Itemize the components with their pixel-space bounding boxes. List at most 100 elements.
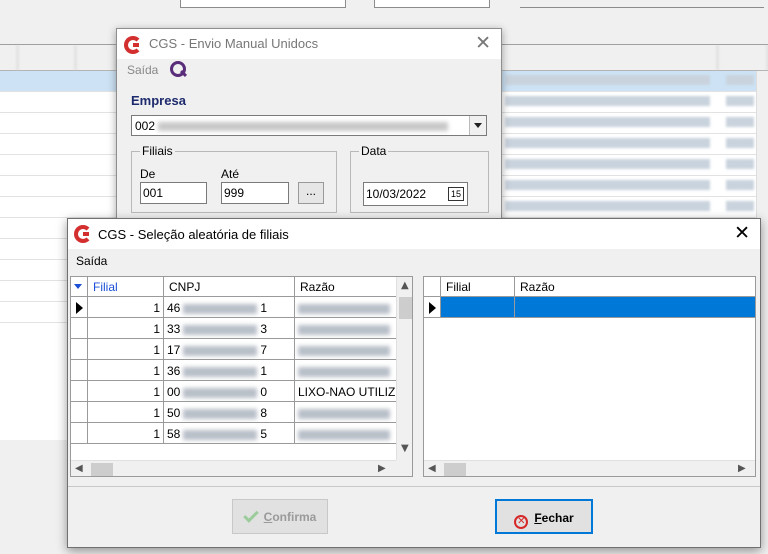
cell-cnpj[interactable]: 33 3 [164,318,295,339]
de-label: De [140,167,156,181]
cell-razao[interactable] [295,339,397,360]
cell-razao[interactable] [295,360,397,381]
cell-filial[interactable]: 1 [88,402,164,423]
scroll-thumb[interactable] [91,463,113,476]
close-icon[interactable]: ✕ [475,34,491,53]
cgs-logo-icon [74,225,92,243]
cell-filial[interactable]: 1 [88,381,164,402]
cell-cnpj[interactable]: 58 5 [164,423,295,444]
cell-cnpj[interactable]: 17 7 [164,339,295,360]
cell-razao[interactable]: LIXO-NAO UTILIZ [295,381,397,402]
cell-filial[interactable] [441,297,515,318]
cnpj-prefix: 50 [167,406,181,420]
cnpj-suffix: 1 [260,364,268,378]
vertical-scrollbar[interactable]: ▲ ▼ [396,277,412,460]
menu-saida[interactable]: Saída [127,63,158,77]
scroll-up-icon[interactable]: ▲ [401,280,409,291]
confirma-label: onfirma [272,510,317,524]
horizontal-scrollbar[interactable]: ◀ ▶ [424,460,755,476]
cell-razao[interactable] [295,318,397,339]
scroll-down-icon[interactable]: ▼ [401,443,409,454]
cell-filial[interactable]: 1 [88,318,164,339]
date-value: 10/03/2022 [366,187,427,201]
fechar-mnemonic: F [534,511,542,525]
row-indicator [424,297,441,318]
cnpj-suffix: 3 [260,322,268,336]
indicator-header [424,277,441,297]
cell-razao[interactable] [295,297,397,318]
cell-cnpj[interactable]: 50 8 [164,402,295,423]
cgs-logo-icon [124,36,142,54]
empresa-dropdown[interactable]: 002 [131,115,487,136]
scroll-left-icon[interactable]: ◀ [75,463,83,474]
fechar-label: echar [541,511,574,525]
ate-input[interactable]: 999 [221,182,289,204]
cell-razao[interactable] [295,423,397,444]
razao-redacted [298,429,390,440]
header-filial[interactable]: Filial [441,277,515,297]
close-icon[interactable]: ✕ [734,224,750,243]
grid-header: Filial Razão [424,277,755,297]
header-filial[interactable]: Filial [88,277,164,297]
browse-button[interactable]: ... [298,182,324,204]
scroll-thumb[interactable] [399,297,412,319]
row-indicator [71,360,88,381]
filiais-disponiveis-grid[interactable]: Filial CNPJ Razão 1 46 1 1 33 3 1 17 7 1 36 1 1 00 0 LI… [70,276,413,477]
cnpj-redacted [183,387,258,398]
cell-cnpj[interactable]: 46 1 [164,297,295,318]
cell-cnpj[interactable]: 00 0 [164,381,295,402]
de-input[interactable]: 001 [140,182,207,204]
cnpj-prefix: 17 [167,343,181,357]
calendar-icon[interactable]: 15 [448,187,464,201]
header-razao[interactable]: Razão [295,277,397,297]
sort-desc-icon [74,284,82,289]
check-icon [242,507,259,523]
scroll-right-icon[interactable]: ▶ [738,463,746,474]
confirma-button[interactable]: Confirma [232,499,328,534]
horizontal-scrollbar[interactable]: ◀ ▶ [71,460,396,476]
filiais-selecionadas-grid[interactable]: Filial Razão ◀ ▶ [423,276,756,477]
cell-razao[interactable] [295,402,397,423]
scroll-thumb[interactable] [444,463,466,476]
header-cnpj[interactable]: CNPJ [164,277,295,297]
background-field [520,0,764,8]
cell-cnpj[interactable]: 36 1 [164,360,295,381]
row-indicator [71,297,88,318]
cell-filial[interactable]: 1 [88,297,164,318]
scroll-right-icon[interactable]: ▶ [378,463,386,474]
row-indicator [71,318,88,339]
cnpj-redacted [183,303,258,314]
cnpj-redacted [183,324,258,335]
cell-razao[interactable] [515,297,755,318]
background-cell-redacted [505,159,710,169]
menu-saida[interactable]: Saída [76,254,107,268]
cell-filial[interactable]: 1 [88,423,164,444]
fechar-button[interactable]: ✕ Fechar [495,499,593,534]
close-circle-icon: ✕ [514,515,529,529]
row-indicator [71,423,88,444]
background-cell-redacted [726,117,754,127]
background-cell-redacted [505,75,710,85]
date-input[interactable]: 10/03/2022 15 [363,182,468,206]
row-indicator [71,381,88,402]
window-title: CGS - Seleção aleatória de filiais [98,227,289,242]
cnpj-prefix: 46 [167,301,181,315]
background-cell-redacted [726,75,754,85]
empresa-name-redacted [158,122,448,131]
header-razao[interactable]: Razão [515,277,755,297]
background-cell-redacted [726,96,754,106]
data-label: Data [359,144,389,158]
selecao-filiais-window: CGS - Seleção aleatória de filiais ✕ Saí… [67,218,761,548]
cnpj-redacted [183,345,258,356]
empresa-value: 002 [135,119,156,133]
background-cell-redacted [505,180,710,190]
search-icon[interactable] [170,61,186,77]
cell-filial[interactable]: 1 [88,339,164,360]
dropdown-arrow-icon[interactable] [469,116,486,135]
dialog-footer: Confirma ✕ Fechar [68,486,760,547]
row-indicator-icon [76,302,83,314]
background-cell-redacted [726,180,754,190]
data-group: Data 10/03/2022 15 [350,144,489,213]
scroll-left-icon[interactable]: ◀ [428,463,436,474]
cell-filial[interactable]: 1 [88,360,164,381]
